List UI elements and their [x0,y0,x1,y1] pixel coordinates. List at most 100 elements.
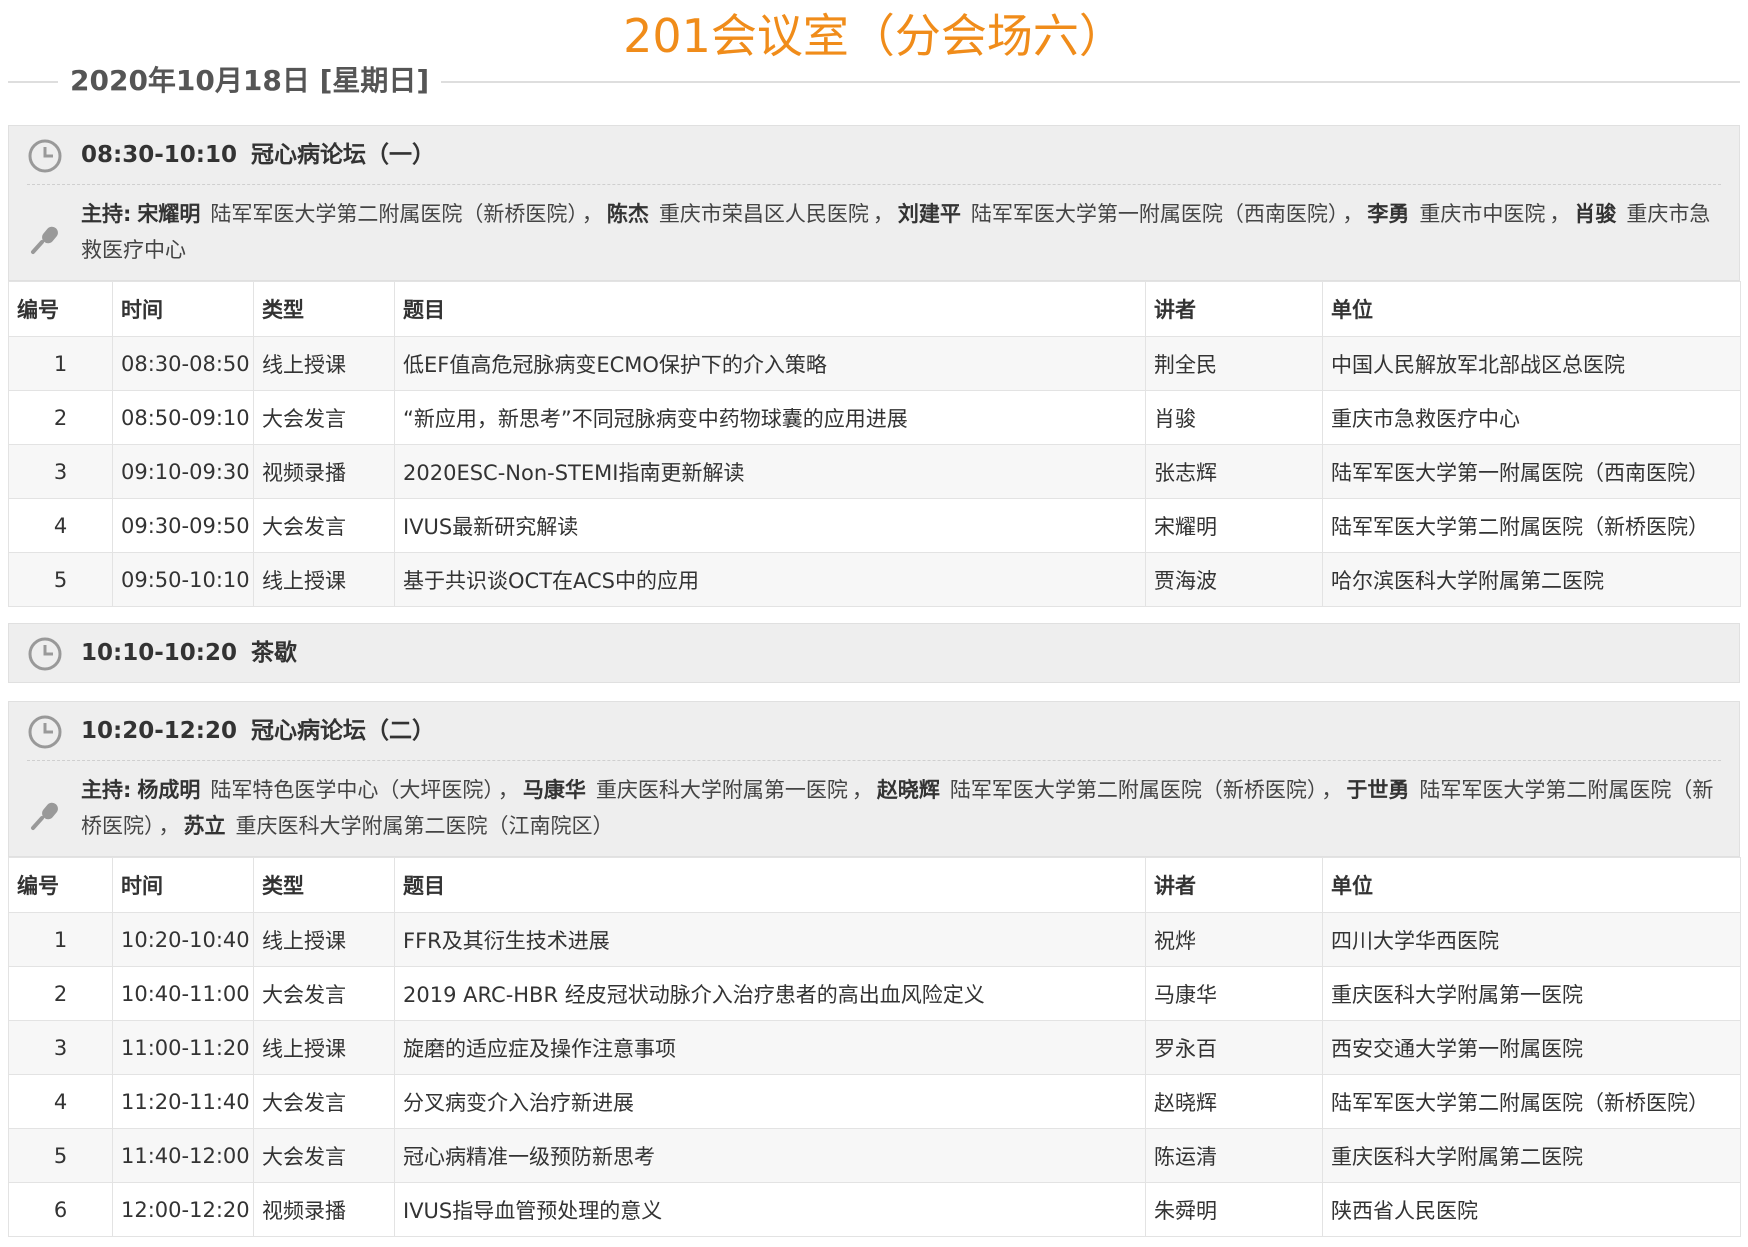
cell-title: FFR及其衍生技术进展 [394,912,1146,967]
cell-time: 09:30-09:50 [112,498,254,553]
session-hosts: 主持: 宋耀明 陆军军医大学第二附属医院（新桥医院），陈杰 重庆市荣昌区人民医院，刘建… [9,184,1739,280]
agenda-table: 编号 时间 类型 题目 讲者 单位 1 10:20-10:40 线上授课 FFR… [8,857,1741,1237]
session-time: 08:30-10:10 [81,142,237,168]
cell-speaker: 赵晓辉 [1145,1074,1323,1129]
table-row: 4 09:30-09:50 大会发言 IVUS最新研究解读 宋耀明 陆军军医大学… [8,498,1741,553]
session-hosts: 主持: 杨成明 陆军特色医学中心（大坪医院），马康华 重庆医科大学附属第一医院，赵晓辉… [9,760,1739,856]
table-header-row: 编号 时间 类型 题目 讲者 单位 [8,281,1741,337]
col-header-no: 编号 [8,857,113,913]
cell-unit: 重庆医科大学附属第一医院 [1322,966,1741,1021]
cell-type: 大会发言 [253,1128,395,1183]
cell-unit: 西安交通大学第一附属医院 [1322,1020,1741,1075]
cell-title: 基于共识谈OCT在ACS中的应用 [394,552,1146,607]
cell-no: 6 [8,1182,113,1237]
cell-time: 08:30-08:50 [112,336,254,391]
cell-speaker: 肖骏 [1145,390,1323,445]
host-name: 李勇 [1367,202,1410,226]
cell-unit: 陕西省人民医院 [1322,1182,1741,1237]
clock-icon [28,139,62,173]
host-name: 陈杰 [606,202,649,226]
col-header-type: 类型 [253,281,395,337]
cell-title: 低EF值高危冠脉病变ECMO保护下的介入策略 [394,336,1146,391]
cell-no: 2 [8,966,113,1021]
date-label: 2020年10月18日 [星期日] [58,58,442,104]
session-break: 10:10-10:20 茶歇 [8,623,1740,683]
host-name: 于世勇 [1346,778,1410,802]
table-header-row: 编号 时间 类型 题目 讲者 单位 [8,857,1741,913]
cell-type: 线上授课 [253,336,395,391]
clock-icon [28,715,62,749]
cell-speaker: 马康华 [1145,966,1323,1021]
session-header: 08:30-10:10 冠心病论坛（一） 主持: 宋耀明 陆军军医大学第二附属医院（新… [8,125,1740,281]
session-name: 冠心病论坛（二） [250,718,435,744]
cell-type: 线上授课 [253,912,395,967]
host-name: 苏立 [183,814,226,838]
session-title: 10:20-12:20 冠心病论坛（二） [81,702,449,760]
col-header-type: 类型 [253,857,395,913]
host-name: 赵晓辉 [876,778,940,802]
cell-type: 线上授课 [253,1020,395,1075]
cell-speaker: 张志辉 [1145,444,1323,499]
cell-no: 5 [8,552,113,607]
cell-no: 2 [8,390,113,445]
table-row: 1 08:30-08:50 线上授课 低EF值高危冠脉病变ECMO保护下的介入策… [8,336,1741,391]
table-row: 4 11:20-11:40 大会发言 分叉病变介入治疗新进展 赵晓辉 陆军军医大… [8,1074,1741,1129]
cell-time: 08:50-09:10 [112,390,254,445]
cell-title: “新应用，新思考”不同冠脉病变中药物球囊的应用进展 [394,390,1146,445]
host-unit: 重庆医科大学附属第一医院 [595,778,848,802]
table-row: 2 08:50-09:10 大会发言 “新应用，新思考”不同冠脉病变中药物球囊的… [8,390,1741,445]
col-header-title: 题目 [394,857,1146,913]
col-header-time: 时间 [112,281,254,337]
host-unit: 重庆医科大学附属第二医院（江南院区） [235,814,614,838]
agenda-table: 编号 时间 类型 题目 讲者 单位 1 08:30-08:50 线上授课 低EF… [8,281,1741,607]
cell-unit: 中国人民解放军北部战区总医院 [1322,336,1741,391]
session-header: 10:10-10:20 茶歇 [8,623,1740,683]
cell-unit: 哈尔滨医科大学附属第二医院 [1322,552,1741,607]
cell-type: 视频录播 [253,444,395,499]
cell-time: 12:00-12:20 [112,1182,254,1237]
session-title: 08:30-10:10 冠心病论坛（一） [81,126,449,184]
cell-time: 09:10-09:30 [112,444,254,499]
cell-no: 4 [8,1074,113,1129]
cell-unit: 陆军军医大学第二附属医院（新桥医院） [1322,498,1741,553]
session-forum-1: 08:30-10:10 冠心病论坛（一） 主持: 宋耀明 陆军军医大学第二附属医院（新… [8,125,1741,607]
cell-no: 1 [8,336,113,391]
cell-no: 4 [8,498,113,553]
host-name: 宋耀明 [137,202,201,226]
cell-no: 1 [8,912,113,967]
cell-type: 大会发言 [253,498,395,553]
table-row: 1 10:20-10:40 线上授课 FFR及其衍生技术进展 祝烨 四川大学华西… [8,912,1741,967]
cell-speaker: 荆全民 [1145,336,1323,391]
session-forum-2: 10:20-12:20 冠心病论坛（二） 主持: 杨成明 陆军特色医学中心（大坪医院）… [8,701,1741,1237]
cell-type: 视频录播 [253,1182,395,1237]
col-header-speaker: 讲者 [1145,857,1323,913]
cell-title: IVUS指导血管预处理的意义 [394,1182,1146,1237]
col-header-title: 题目 [394,281,1146,337]
host-unit: 重庆市荣昌区人民医院 [658,202,869,226]
microphone-icon [31,802,58,830]
cell-title: IVUS最新研究解读 [394,498,1146,553]
cell-unit: 重庆医科大学附属第二医院 [1322,1128,1741,1183]
host-label: 主持: [81,202,132,226]
table-row: 5 09:50-10:10 线上授课 基于共识谈OCT在ACS中的应用 贾海波 … [8,552,1741,607]
cell-time: 09:50-10:10 [112,552,254,607]
host-unit: 陆军军医大学第一附属医院（西南医院） [970,202,1339,226]
cell-type: 线上授课 [253,552,395,607]
cell-time: 11:00-11:20 [112,1020,254,1075]
col-header-unit: 单位 [1322,281,1741,337]
cell-time: 10:20-10:40 [112,912,254,967]
session-time: 10:20-12:20 [81,718,237,744]
cell-no: 5 [8,1128,113,1183]
cell-title: 冠心病精准一级预防新思考 [394,1128,1146,1183]
cell-no: 3 [8,444,113,499]
cell-speaker: 罗永百 [1145,1020,1323,1075]
cell-title: 旋磨的适应症及操作注意事项 [394,1020,1146,1075]
session-title: 10:10-10:20 茶歇 [81,624,311,682]
host-name: 马康华 [522,778,586,802]
cell-speaker: 陈运清 [1145,1128,1323,1183]
table-row: 5 11:40-12:00 大会发言 冠心病精准一级预防新思考 陈运清 重庆医科… [8,1128,1741,1183]
session-time: 10:10-10:20 [81,640,237,666]
cell-speaker: 贾海波 [1145,552,1323,607]
table-row: 2 10:40-11:00 大会发言 2019 ARC-HBR 经皮冠状动脉介入… [8,966,1741,1021]
cell-title: 2019 ARC-HBR 经皮冠状动脉介入治疗患者的高出血风险定义 [394,966,1146,1021]
